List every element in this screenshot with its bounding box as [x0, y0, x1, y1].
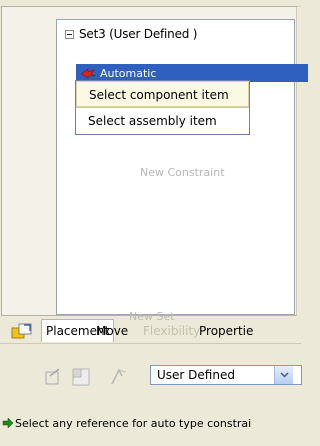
constraint-type-value: User Defined [157, 368, 235, 382]
tab-properties[interactable]: Propertie [199, 324, 253, 338]
edit-icon[interactable] [42, 366, 64, 388]
green-arrow-icon [2, 417, 14, 429]
constraint-label: Automatic [100, 66, 157, 80]
constraint-collector[interactable]: Set3 (User Defined ) Automatic New Const… [56, 19, 308, 323]
tab-strip: Placement Move Flexibility Propertie [0, 316, 301, 344]
placement-icon [11, 322, 35, 340]
layout-icon[interactable] [70, 366, 92, 388]
menu-item-select-component[interactable]: Select component item [76, 81, 249, 107]
status-message: Select any reference for auto type const… [15, 416, 252, 430]
red-arrow-icon [80, 67, 96, 79]
chevron-down-icon[interactable] [274, 366, 293, 384]
tab-flexibility[interactable]: Flexibility [143, 324, 200, 338]
flip-icon[interactable] [108, 366, 130, 388]
context-menu: Select component item Select assembly it… [75, 80, 250, 135]
constraint-toolbar: User Defined [0, 360, 302, 392]
constraint-type-dropdown[interactable]: User Defined [150, 365, 302, 385]
set-label: Set3 (User Defined ) [79, 27, 198, 41]
collapse-toggle-icon[interactable] [65, 29, 74, 39]
menu-item-select-assembly[interactable]: Select assembly item [76, 108, 249, 134]
new-constraint-placeholder[interactable]: New Constraint [140, 166, 225, 179]
placement-panel: Set3 (User Defined ) Automatic New Const… [1, 6, 308, 323]
tab-move[interactable]: Move [96, 324, 128, 338]
tree-set-row[interactable]: Set3 (User Defined ) [65, 27, 197, 41]
status-bar: Select any reference for auto type const… [0, 412, 301, 434]
